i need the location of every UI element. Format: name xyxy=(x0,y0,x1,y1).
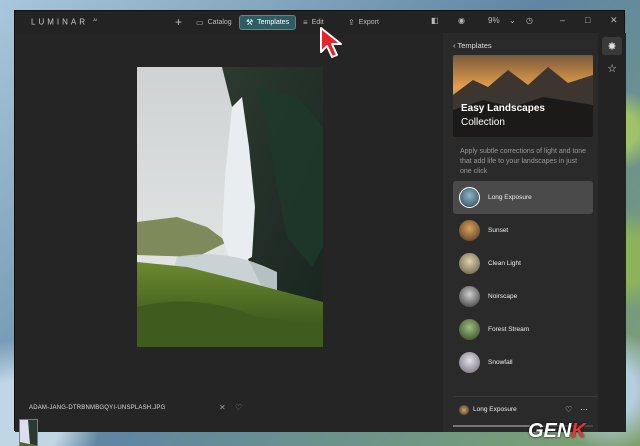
add-photos-button[interactable]: + xyxy=(175,15,182,29)
filmstrip-thumbnail[interactable] xyxy=(19,419,38,446)
template-thumbnail xyxy=(459,319,480,340)
templates-label: Templates xyxy=(257,19,290,26)
applied-template-label: Long Exposure xyxy=(473,406,517,413)
reject-icon[interactable]: ✕ xyxy=(219,403,226,412)
heart-icon[interactable]: ♡ xyxy=(565,405,572,414)
app-logo: LUMINAR AI xyxy=(31,17,97,27)
magic-wand-icon: ⚒ xyxy=(246,18,254,27)
templates-panel: ‹ Templates Easy Landscapes Collection A… xyxy=(443,33,598,432)
slider-fill xyxy=(453,425,530,427)
template-forest-stream[interactable]: Forest Stream xyxy=(453,313,593,346)
tools-rail: ✸ ☆ xyxy=(598,33,626,432)
template-noirscape[interactable]: Noirscape xyxy=(453,280,593,313)
template-sunset[interactable]: Sunset xyxy=(453,214,593,247)
sliders-icon: ≡ xyxy=(303,18,308,27)
panel-title: Templates xyxy=(457,41,492,50)
collection-description: Apply subtle corrections of light and to… xyxy=(460,148,587,175)
more-options-icon[interactable]: ⋯ xyxy=(580,405,588,414)
app-version: AI xyxy=(93,17,98,22)
file-name: ADAM-JANG-DTRBNMBGQYI-UNSPLASH.JPG xyxy=(29,405,166,411)
template-label: Snowfall xyxy=(488,359,513,366)
catalog-button[interactable]: ▭ Catalog xyxy=(190,15,238,30)
template-label: Long Exposure xyxy=(488,194,532,201)
favorite-icon[interactable]: ♡ xyxy=(235,403,242,412)
star-icon[interactable]: ☆ xyxy=(602,59,622,77)
zoom-level[interactable]: 9% xyxy=(488,16,500,25)
watermark-text-accent: K xyxy=(571,420,586,442)
template-thumbnail xyxy=(459,286,480,307)
template-label: Sunset xyxy=(488,227,509,234)
template-thumbnail xyxy=(459,187,480,208)
app-window: LUMINAR AI + ▭ Catalog ⚒ Templates ≡ Edi… xyxy=(14,10,626,446)
collection-banner: Easy Landscapes Collection xyxy=(453,55,593,137)
folder-icon: ▭ xyxy=(196,18,204,27)
minimize-button[interactable]: – xyxy=(560,15,565,25)
maximize-button[interactable]: □ xyxy=(585,15,590,25)
magic-wand-tool-icon[interactable]: ✸ xyxy=(602,37,622,55)
template-clean-light[interactable]: Clean Light xyxy=(453,247,593,280)
template-thumbnail xyxy=(459,220,480,241)
compare-icon[interactable]: ◧ xyxy=(431,16,439,25)
template-label: Forest Stream xyxy=(488,326,530,333)
edit-label: Edit xyxy=(311,19,324,26)
template-long-exposure[interactable]: Long Exposure xyxy=(453,181,593,214)
export-button[interactable]: ⇪ Export xyxy=(342,15,385,30)
image-canvas: ADAM-JANG-DTRBNMBGQYI-UNSPLASH.JPG ✕ ♡ xyxy=(15,33,443,446)
cursor-arrow-icon xyxy=(320,27,342,58)
template-label: Clean Light xyxy=(488,260,521,267)
back-to-templates[interactable]: ‹ Templates xyxy=(453,41,492,50)
catalog-label: Catalog xyxy=(207,19,232,26)
export-label: Export xyxy=(358,19,379,26)
chevron-left-icon: ‹ xyxy=(453,41,456,50)
watermark-text: GEN xyxy=(528,420,572,442)
template-list: Long Exposure Sunset Clean Light Noirsca… xyxy=(453,181,593,379)
history-icon[interactable]: ◷ xyxy=(526,16,533,25)
collection-subtitle: Collection xyxy=(461,117,505,128)
collection-title: Easy Landscapes xyxy=(461,103,545,114)
photo-waterfall[interactable] xyxy=(137,67,323,347)
applied-template-thumbnail xyxy=(459,405,469,415)
zoom-dropdown-icon[interactable]: ⌄ xyxy=(509,16,516,25)
eye-icon[interactable]: ◉ xyxy=(458,16,465,25)
template-label: Noirscape xyxy=(488,293,518,300)
watermark-logo: GENK xyxy=(528,420,586,443)
share-icon: ⇪ xyxy=(348,18,355,27)
template-thumbnail xyxy=(459,352,480,373)
templates-button[interactable]: ⚒ Templates xyxy=(239,15,297,30)
close-button[interactable]: ✕ xyxy=(610,15,618,26)
app-name: LUMINAR xyxy=(31,17,89,27)
template-thumbnail xyxy=(459,253,480,274)
template-snowfall[interactable]: Snowfall xyxy=(453,346,593,379)
